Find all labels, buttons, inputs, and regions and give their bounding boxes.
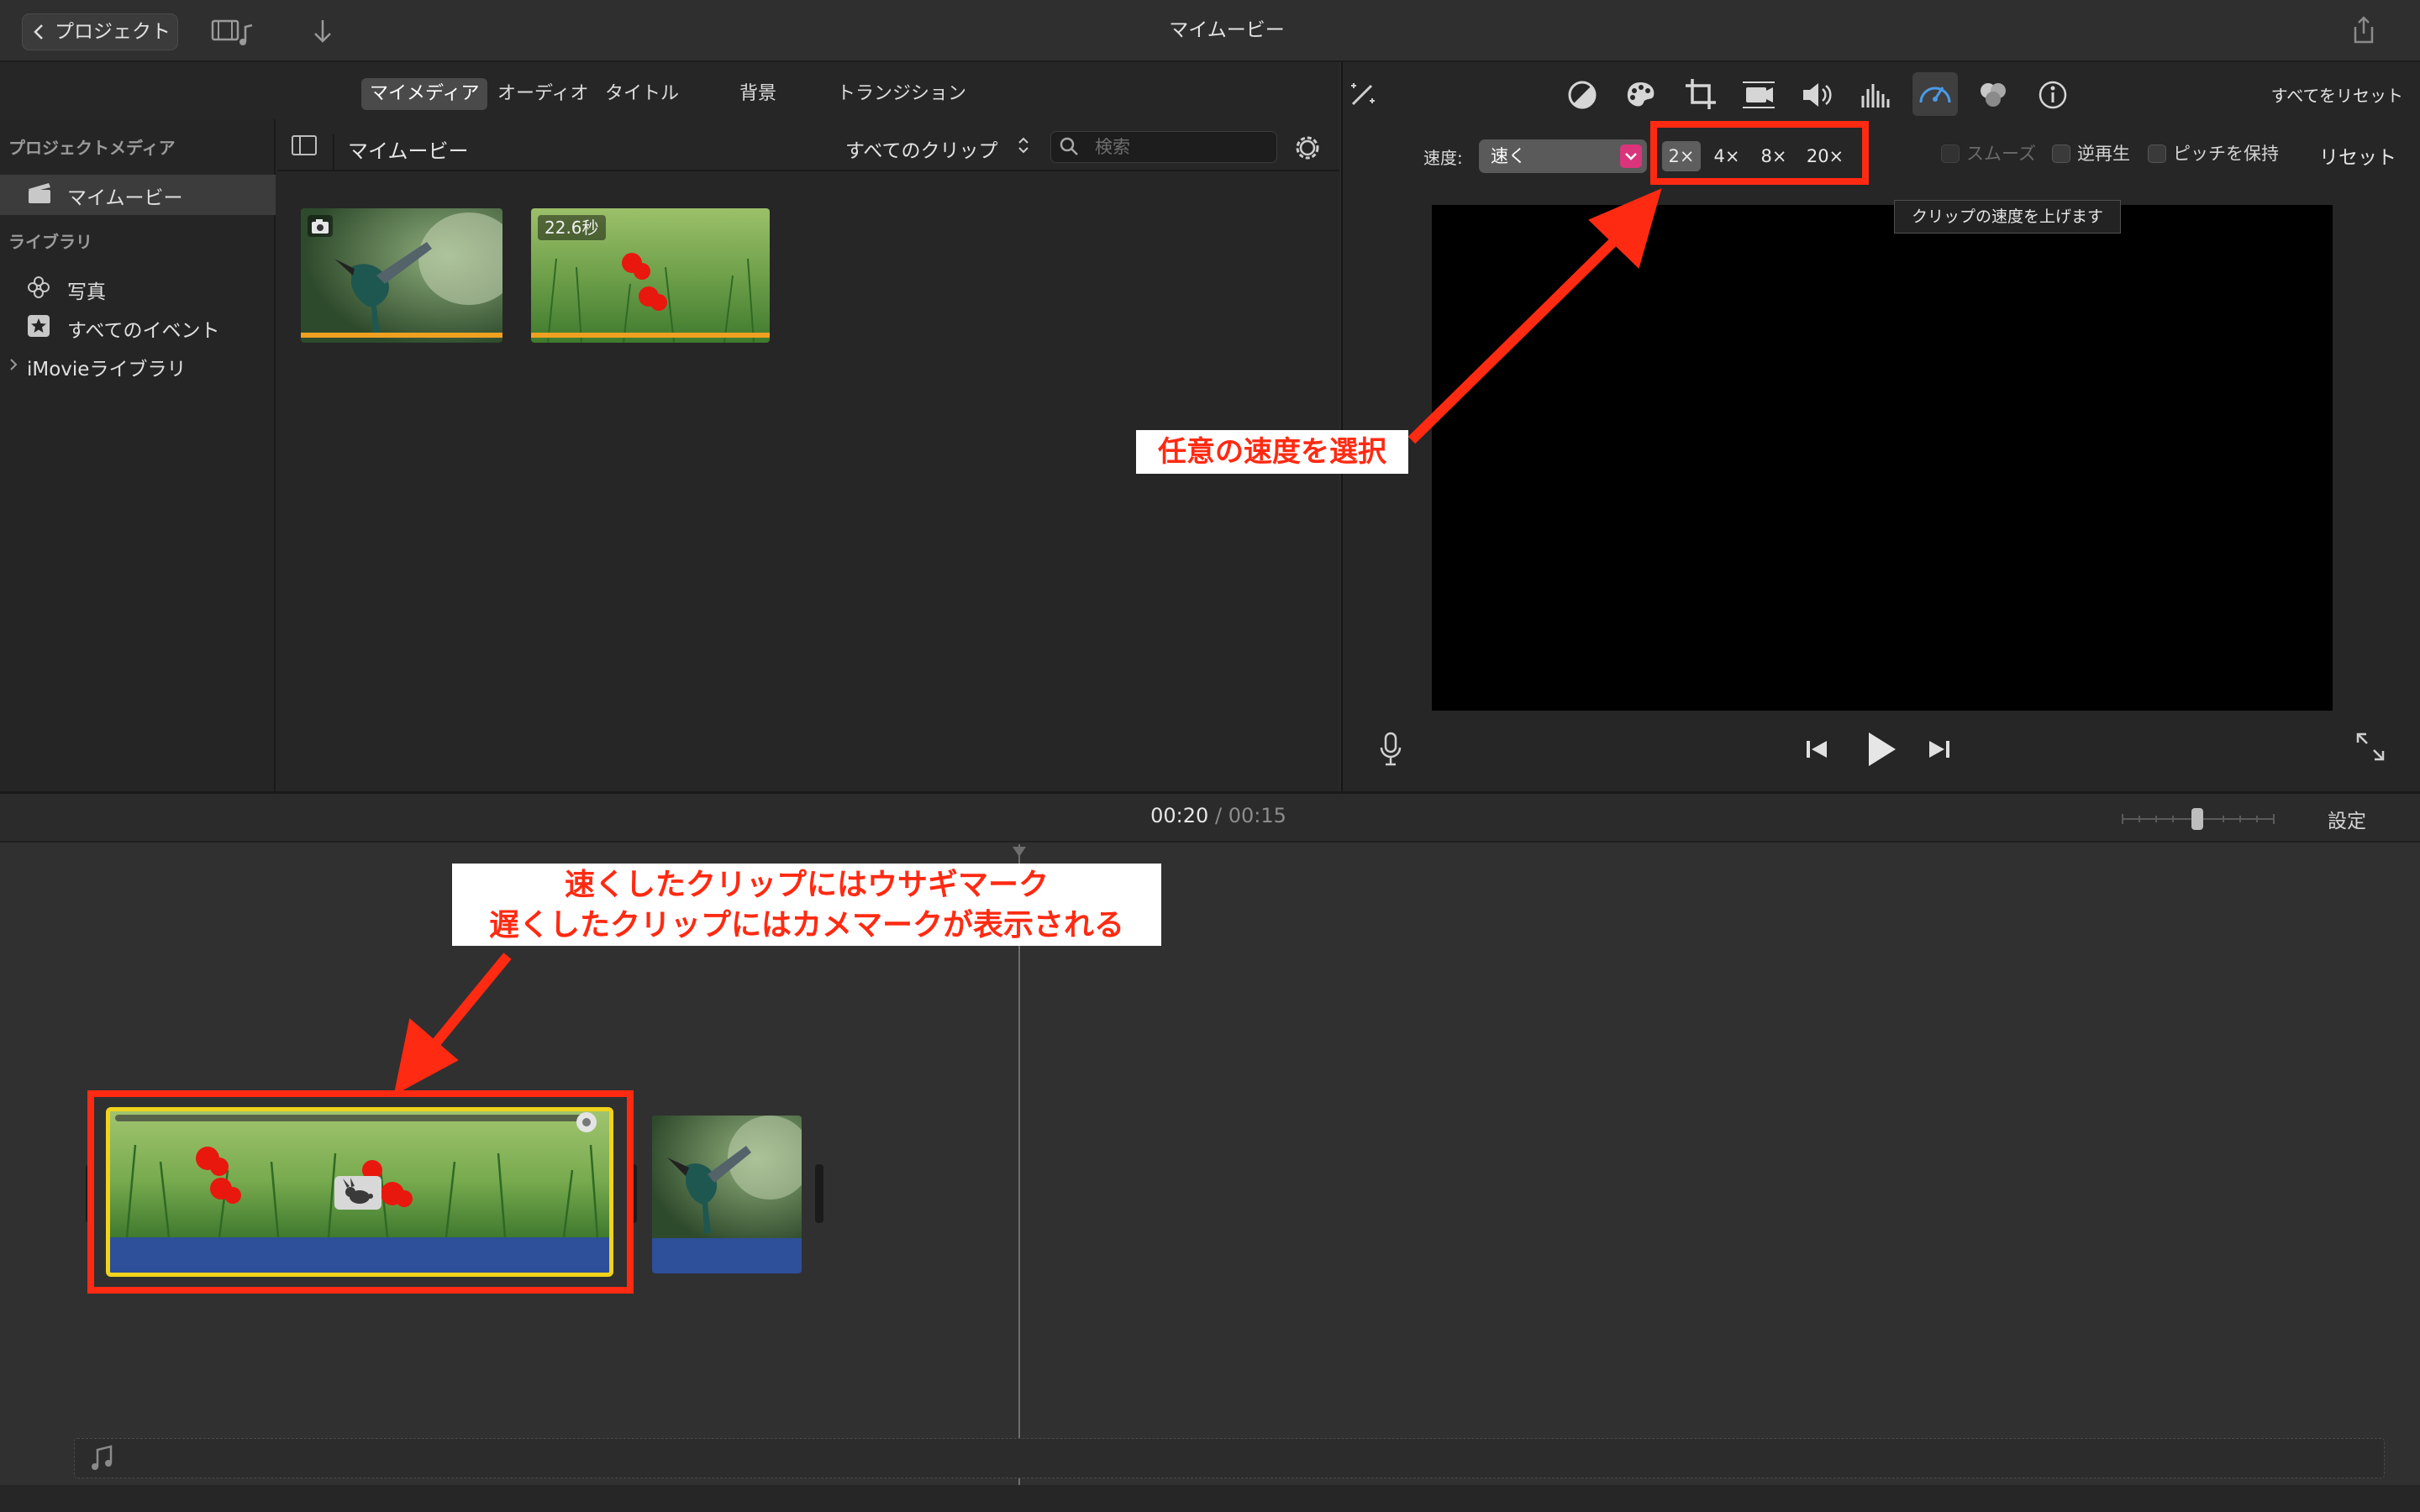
annotation-arrows: [393, 188, 1662, 1095]
annotation-speed-select: 任意の速度を選択: [1136, 430, 1408, 474]
annotation-line-2: 遅くしたクリップにはカメマークが表示される: [488, 908, 1124, 942]
annotation-clip-note: 速くしたクリップにはウサギマーク 遅くしたクリップにはカメマークが表示される: [452, 864, 1161, 946]
annotation-line-1: 速くしたクリップにはウサギマーク: [564, 868, 1049, 902]
